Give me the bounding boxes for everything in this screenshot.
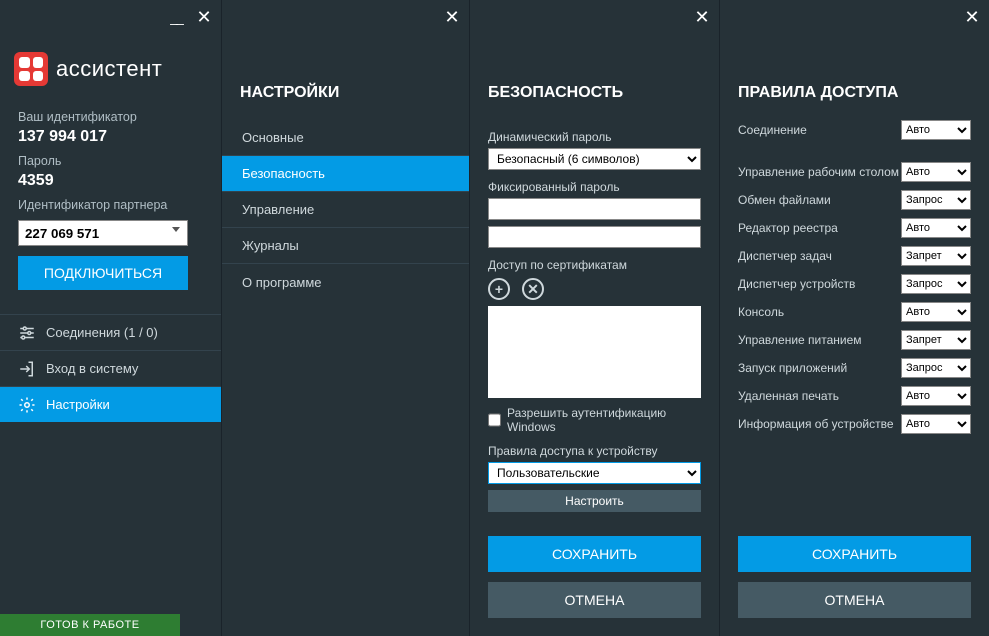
cert-list[interactable] bbox=[488, 306, 701, 398]
access-row-label: Диспетчер устройств bbox=[738, 277, 855, 291]
win-auth-row[interactable]: Разрешить аутентификацию Windows bbox=[488, 406, 701, 434]
access-row-label: Управление рабочим столом bbox=[738, 165, 899, 179]
close-icon[interactable]: ✕ bbox=[195, 8, 213, 26]
device-rules-label: Правила доступа к устройству bbox=[488, 444, 701, 458]
plus-icon: + bbox=[495, 281, 503, 297]
configure-button[interactable]: Настроить bbox=[488, 490, 701, 512]
access-row-label: Обмен файлами bbox=[738, 193, 831, 207]
access-rules-panel: ✕ ПРАВИЛА ДОСТУПА СоединениеАвтоУправлен… bbox=[720, 0, 989, 636]
access-row-select[interactable]: Авто bbox=[901, 218, 971, 238]
settings-panel: ✕ НАСТРОЙКИ Основные Безопасность Управл… bbox=[222, 0, 470, 636]
access-row-label: Удаленная печать bbox=[738, 389, 839, 403]
gear-icon bbox=[18, 396, 36, 414]
access-row: Редактор реестра Авто bbox=[738, 218, 971, 238]
close-icon[interactable]: ✕ bbox=[963, 8, 981, 26]
access-row: Консоль Авто bbox=[738, 302, 971, 322]
app-name: ассистент bbox=[56, 56, 162, 82]
main-panel: __ ✕ ассистент Ваш идентификатор 137 994… bbox=[0, 0, 222, 636]
access-row-select[interactable]: Запрос bbox=[901, 274, 971, 294]
access-row-label: Управление питанием bbox=[738, 333, 862, 347]
status-text: ГОТОВ К РАБОТЕ bbox=[40, 619, 139, 631]
access-row-select[interactable]: Авто bbox=[901, 120, 971, 140]
titlebar-settings: ✕ bbox=[222, 0, 469, 34]
access-row: Диспетчер устройств Запрос bbox=[738, 274, 971, 294]
access-row: Запуск приложений Запрос bbox=[738, 358, 971, 378]
access-row-select[interactable]: Запрет bbox=[901, 330, 971, 350]
settings-item-logs[interactable]: Журналы bbox=[222, 228, 469, 264]
save-button[interactable]: СОХРАНИТЬ bbox=[488, 536, 701, 572]
access-row-select[interactable]: Авто bbox=[901, 302, 971, 322]
settings-title: НАСТРОЙКИ bbox=[222, 34, 469, 120]
titlebar-security: ✕ bbox=[470, 0, 719, 34]
access-row-label: Соединение bbox=[738, 123, 807, 137]
logo-icon bbox=[14, 52, 48, 86]
access-row-label: Редактор реестра bbox=[738, 221, 838, 235]
fixed-password-label: Фиксированный пароль bbox=[488, 180, 701, 194]
password-value: 4359 bbox=[18, 172, 203, 190]
access-row-select[interactable]: Запрос bbox=[901, 190, 971, 210]
add-cert-button[interactable]: + bbox=[488, 278, 510, 300]
settings-item-about[interactable]: О программе bbox=[222, 264, 469, 300]
nav-login-label: Вход в систему bbox=[46, 361, 138, 376]
nav-settings-label: Настройки bbox=[46, 397, 110, 412]
partner-id-label: Идентификатор партнера bbox=[18, 198, 203, 212]
access-row-label: Диспетчер задач bbox=[738, 249, 832, 263]
cert-access-label: Доступ по сертификатам bbox=[488, 258, 701, 272]
password-label: Пароль bbox=[18, 154, 203, 168]
nav-connections-label: Соединения (1 / 0) bbox=[46, 325, 158, 340]
sliders-icon bbox=[18, 324, 36, 342]
nav-connections[interactable]: Соединения (1 / 0) bbox=[0, 314, 221, 350]
nav-settings[interactable]: Настройки bbox=[0, 386, 221, 422]
settings-item-basic[interactable]: Основные bbox=[222, 120, 469, 156]
access-row: Обмен файлами Запрос bbox=[738, 190, 971, 210]
win-auth-label: Разрешить аутентификацию Windows bbox=[507, 406, 701, 434]
login-icon bbox=[18, 360, 36, 378]
remove-cert-button[interactable]: ✕ bbox=[522, 278, 544, 300]
fixed-password-input-2[interactable] bbox=[488, 226, 701, 248]
titlebar-access: ✕ bbox=[720, 0, 989, 34]
settings-item-control[interactable]: Управление bbox=[222, 192, 469, 228]
dyn-password-label: Динамический пароль bbox=[488, 130, 701, 144]
partner-id-input[interactable] bbox=[18, 220, 188, 246]
access-row-select[interactable]: Авто bbox=[901, 162, 971, 182]
access-row: Удаленная печать Авто bbox=[738, 386, 971, 406]
close-icon[interactable]: ✕ bbox=[693, 8, 711, 26]
access-row: Диспетчер задач Запрет bbox=[738, 246, 971, 266]
device-rules-select[interactable]: Пользовательские bbox=[488, 462, 701, 484]
fixed-password-input-1[interactable] bbox=[488, 198, 701, 220]
access-row-select[interactable]: Запрос bbox=[901, 358, 971, 378]
access-row: Информация об устройстве Авто bbox=[738, 414, 971, 434]
your-id-label: Ваш идентификатор bbox=[18, 110, 203, 124]
access-row-select[interactable]: Запрет bbox=[901, 246, 971, 266]
access-title: ПРАВИЛА ДОСТУПА bbox=[720, 34, 989, 120]
minimize-icon[interactable]: __ bbox=[167, 10, 185, 24]
access-row-label: Запуск приложений bbox=[738, 361, 847, 375]
access-row-select[interactable]: Авто bbox=[901, 414, 971, 434]
access-row: Управление питанием Запрет bbox=[738, 330, 971, 350]
connect-button[interactable]: ПОДКЛЮЧИТЬСЯ bbox=[18, 256, 188, 290]
x-icon: ✕ bbox=[527, 281, 539, 298]
access-row: Управление рабочим столомАвто bbox=[738, 162, 971, 182]
dyn-password-select[interactable]: Безопасный (6 символов) bbox=[488, 148, 701, 170]
your-id-value: 137 994 017 bbox=[18, 128, 203, 146]
cancel-button[interactable]: ОТМЕНА bbox=[738, 582, 971, 618]
nav-login[interactable]: Вход в систему bbox=[0, 350, 221, 386]
access-row: Соединение Авто bbox=[738, 120, 971, 140]
logo: ассистент bbox=[0, 34, 221, 96]
settings-item-security[interactable]: Безопасность bbox=[222, 156, 469, 192]
close-icon[interactable]: ✕ bbox=[443, 8, 461, 26]
access-row-label: Консоль bbox=[738, 305, 784, 319]
security-title: БЕЗОПАСНОСТЬ bbox=[470, 34, 719, 120]
cancel-button[interactable]: ОТМЕНА bbox=[488, 582, 701, 618]
security-panel: ✕ БЕЗОПАСНОСТЬ Динамический пароль Безоп… bbox=[470, 0, 720, 636]
save-button[interactable]: СОХРАНИТЬ bbox=[738, 536, 971, 572]
access-row-select[interactable]: Авто bbox=[901, 386, 971, 406]
status-bar: ГОТОВ К РАБОТЕ bbox=[0, 614, 180, 636]
access-row-label: Информация об устройстве bbox=[738, 417, 894, 431]
win-auth-checkbox[interactable] bbox=[488, 413, 501, 427]
titlebar-main: __ ✕ bbox=[0, 0, 221, 34]
